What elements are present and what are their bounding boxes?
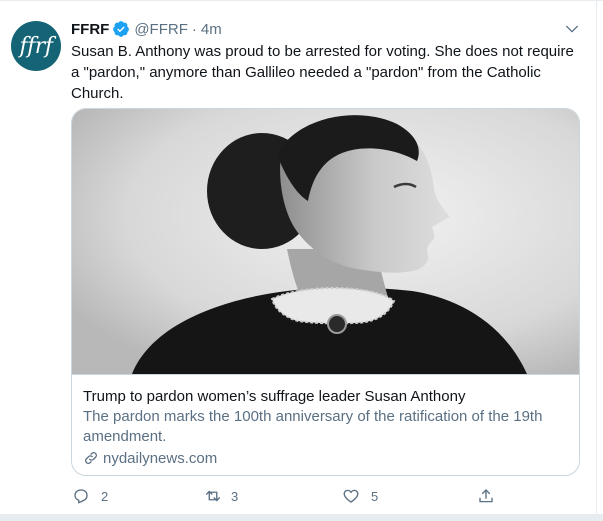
column-divider: [596, 1, 597, 515]
chevron-down-icon[interactable]: [563, 20, 581, 38]
tweet-header: FFRF @FFRF · 4m: [71, 18, 573, 40]
retweet-icon: [203, 486, 223, 506]
card-description: The pardon marks the 100th anniversary o…: [83, 408, 543, 445]
share-icon: [476, 486, 496, 506]
reply-count: 2: [101, 488, 109, 504]
reply-button[interactable]: 2: [71, 485, 108, 507]
retweet-button[interactable]: 3: [203, 485, 238, 507]
retweet-count: 3: [231, 488, 239, 504]
like-button[interactable]: 5: [341, 485, 378, 507]
link-card[interactable]: Trump to pardon women’s suffrage leader …: [71, 108, 580, 476]
timeline-separator: [0, 514, 603, 521]
card-domain[interactable]: nydailynews.com: [83, 448, 217, 468]
user-handle[interactable]: @FFRF: [134, 21, 188, 38]
portrait-photo: [72, 109, 579, 374]
link-icon: [85, 452, 97, 464]
tweet-text: Susan B. Anthony was proud to be arreste…: [71, 43, 574, 102]
card-domain-text: nydailynews.com: [103, 449, 218, 467]
tweet-actions: 2 3 5: [71, 485, 511, 507]
avatar[interactable]: ffrf: [11, 21, 61, 71]
card-title[interactable]: Trump to pardon women’s suffrage leader …: [83, 387, 568, 407]
display-name[interactable]: FFRF: [71, 21, 109, 38]
timestamp[interactable]: 4m: [201, 21, 222, 38]
separator-dot: ·: [191, 20, 197, 38]
avatar-logo-text: ffrf: [19, 33, 53, 59]
heart-icon: [341, 486, 361, 506]
card-image[interactable]: [72, 109, 579, 375]
like-count: 5: [371, 488, 379, 504]
share-button[interactable]: [476, 485, 496, 507]
reply-icon: [71, 486, 91, 506]
tweet[interactable]: ffrf FFRF @FFRF · 4m Susan B. Anthony wa…: [0, 0, 603, 515]
verified-badge-icon: [112, 20, 130, 38]
